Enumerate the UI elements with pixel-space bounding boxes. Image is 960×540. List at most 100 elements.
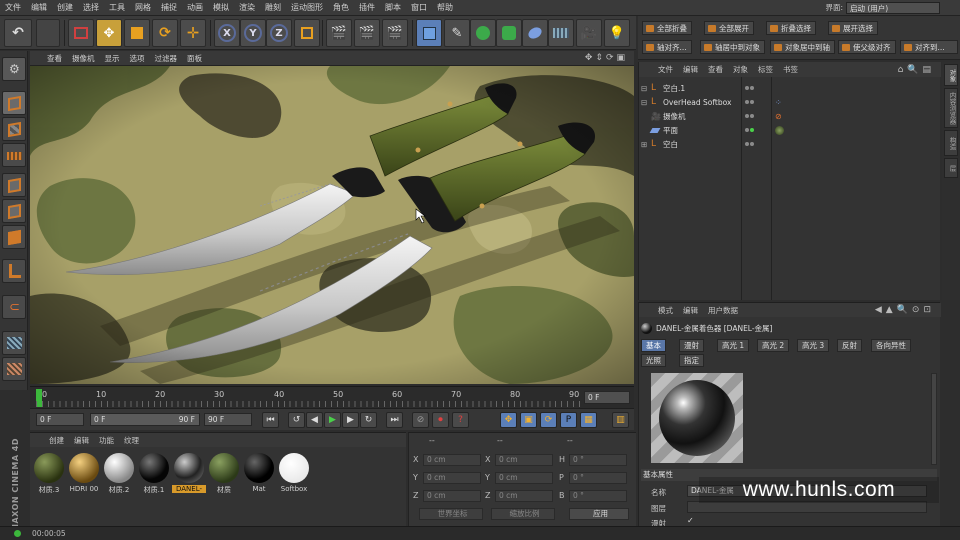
attribute-nav-icons[interactable]: ◀▲🔍⊙⊡	[875, 305, 935, 315]
material-item[interactable]: HDRI 00	[67, 453, 101, 499]
record-keys-button[interactable]: ⊘	[412, 412, 429, 428]
key-rotation-button[interactable]: ⟳	[540, 412, 557, 428]
rotation-h-field[interactable]: 0 °	[569, 454, 627, 466]
tab-basic[interactable]: 基本	[641, 339, 666, 352]
key-position-button[interactable]: ✥	[500, 412, 517, 428]
coordinate-system-button[interactable]	[294, 19, 320, 47]
align-to-parent-button[interactable]: 使父级对齐	[838, 40, 896, 54]
next-key-button[interactable]: ↻	[360, 412, 377, 428]
menu-snap[interactable]: 捕捉	[156, 2, 182, 13]
visibility-dots-icon[interactable]	[745, 83, 763, 93]
size-z-field[interactable]: 0 cm	[495, 490, 553, 502]
timeline-settings-button[interactable]: ▥	[612, 412, 629, 428]
frame-range-slider[interactable]: 0 F 90 F	[90, 413, 200, 426]
render-view-button[interactable]: 🎬	[326, 19, 352, 47]
menu-edit[interactable]: 编辑	[26, 2, 52, 13]
viewport-menu-display[interactable]: 显示	[100, 53, 125, 64]
start-frame-field[interactable]: 0 F	[36, 413, 84, 426]
z-axis-button[interactable]: Z	[266, 19, 292, 47]
timeline-ruler[interactable]: 0 10 20 30 40 50 60 70 80 90 0 F	[30, 386, 634, 408]
scale-tool-button[interactable]	[124, 19, 150, 47]
next-frame-button[interactable]: ▶	[342, 412, 359, 428]
object-menu-view[interactable]: 查看	[703, 64, 728, 75]
visibility-dots-icon[interactable]	[745, 97, 763, 107]
align-to-button[interactable]: 对齐到...	[900, 40, 958, 54]
object-center-to-axis-button[interactable]: 对象居中到轴	[770, 40, 835, 54]
polygons-mode-button[interactable]	[2, 225, 26, 249]
object-menu-file[interactable]: 文件	[653, 64, 678, 75]
apply-button[interactable]: 应用	[569, 508, 629, 520]
material-menu-edit[interactable]: 编辑	[69, 435, 94, 446]
visibility-dots-icon[interactable]	[745, 111, 763, 121]
viewport-menu-filter[interactable]: 过滤器	[150, 53, 183, 64]
tab-specular-2[interactable]: 高光 2	[757, 339, 790, 352]
attribute-menu-userdata[interactable]: 用户数据	[703, 305, 743, 316]
record-active-button[interactable]: ⏺	[432, 412, 449, 428]
points-mode-button[interactable]	[2, 173, 26, 197]
tab-anisotropy[interactable]: 各向异性	[871, 339, 911, 352]
material-item[interactable]: 材质.2	[102, 453, 136, 499]
transform-tool-button[interactable]: ✛	[180, 19, 206, 47]
workplane-mode-button[interactable]	[2, 143, 26, 167]
axis-center-to-object-button[interactable]: 轴居中到对象	[700, 40, 765, 54]
axis-align-button[interactable]: 轴对齐...	[642, 40, 692, 54]
attribute-scrollbar[interactable]	[931, 373, 937, 465]
menu-file[interactable]: 文件	[0, 2, 26, 13]
object-menu-bookmarks[interactable]: 书签	[778, 64, 803, 75]
material-menu-texture[interactable]: 纹理	[119, 435, 144, 446]
menu-animate[interactable]: 动画	[182, 2, 208, 13]
visibility-dots-icon[interactable]	[745, 139, 763, 149]
tab-content-browser[interactable]: 内容浏览器	[944, 88, 958, 128]
menu-create[interactable]: 创建	[52, 2, 78, 13]
material-item[interactable]: Softbox	[277, 453, 311, 499]
key-parameter-button[interactable]: P	[560, 412, 577, 428]
object-menu-tags[interactable]: 标签	[753, 64, 778, 75]
edges-mode-button[interactable]	[2, 199, 26, 223]
size-mode-dropdown[interactable]: 缩放比例	[491, 508, 555, 520]
material-menu-function[interactable]: 功能	[94, 435, 119, 446]
tab-illumination[interactable]: 光照	[641, 354, 666, 367]
viewport-nav-icons[interactable]: ✥⇕⟳▣	[585, 53, 628, 63]
viewport-menu-view[interactable]: 查看	[42, 53, 67, 64]
object-row[interactable]: 🎥 摄像机 ⊘	[639, 109, 941, 123]
add-array-button[interactable]	[496, 19, 522, 47]
diffuse-checkbox[interactable]: ✓	[687, 516, 697, 526]
key-scale-button[interactable]: ▣	[520, 412, 537, 428]
add-light-button[interactable]: 💡	[604, 19, 630, 47]
tab-layers[interactable]: 层	[944, 158, 958, 178]
render-settings-button[interactable]: 🎬	[382, 19, 408, 47]
previous-frame-button[interactable]: ◀	[306, 412, 323, 428]
expand-all-button[interactable]: 全部展开	[704, 21, 754, 35]
3d-viewport[interactable]	[30, 66, 634, 384]
object-row[interactable]: ⊞ L 空白	[639, 137, 941, 151]
add-spline-button[interactable]: ✎	[444, 19, 470, 47]
menu-plugins[interactable]: 插件	[354, 2, 380, 13]
position-y-field[interactable]: 0 cm	[423, 472, 481, 484]
menu-tools[interactable]: 工具	[104, 2, 130, 13]
tab-specular-3[interactable]: 高光 3	[797, 339, 830, 352]
play-button[interactable]: ▶	[324, 412, 341, 428]
go-to-end-button[interactable]: ⏭	[386, 412, 403, 428]
current-frame-field[interactable]: 0 F	[584, 391, 630, 404]
add-cube-button[interactable]	[416, 19, 442, 47]
object-menu-edit[interactable]: 编辑	[678, 64, 703, 75]
redo-button[interactable]	[36, 19, 60, 47]
tab-diffuse[interactable]: 漫射	[679, 339, 704, 352]
object-search-icons[interactable]: ⌂🔍▤	[898, 65, 935, 75]
menu-render[interactable]: 渲染	[234, 2, 260, 13]
material-menu-create[interactable]: 创建	[44, 435, 69, 446]
add-deformer-button[interactable]	[522, 19, 548, 47]
auto-key-button[interactable]: ?	[452, 412, 469, 428]
menu-mesh[interactable]: 网格	[130, 2, 156, 13]
visibility-dots-icon[interactable]	[745, 125, 763, 135]
size-x-field[interactable]: 0 cm	[495, 454, 553, 466]
collapse-selection-button[interactable]: 折叠选择	[766, 21, 816, 35]
menu-window[interactable]: 窗口	[406, 2, 432, 13]
previous-key-button[interactable]: ↺	[288, 412, 305, 428]
workplane-lock-button[interactable]	[2, 331, 26, 355]
menu-select[interactable]: 选择	[78, 2, 104, 13]
rotation-b-field[interactable]: 0 °	[569, 490, 627, 502]
go-to-start-button[interactable]: ⏮	[262, 412, 279, 428]
object-menu-objects[interactable]: 对象	[728, 64, 753, 75]
menu-script[interactable]: 脚本	[380, 2, 406, 13]
